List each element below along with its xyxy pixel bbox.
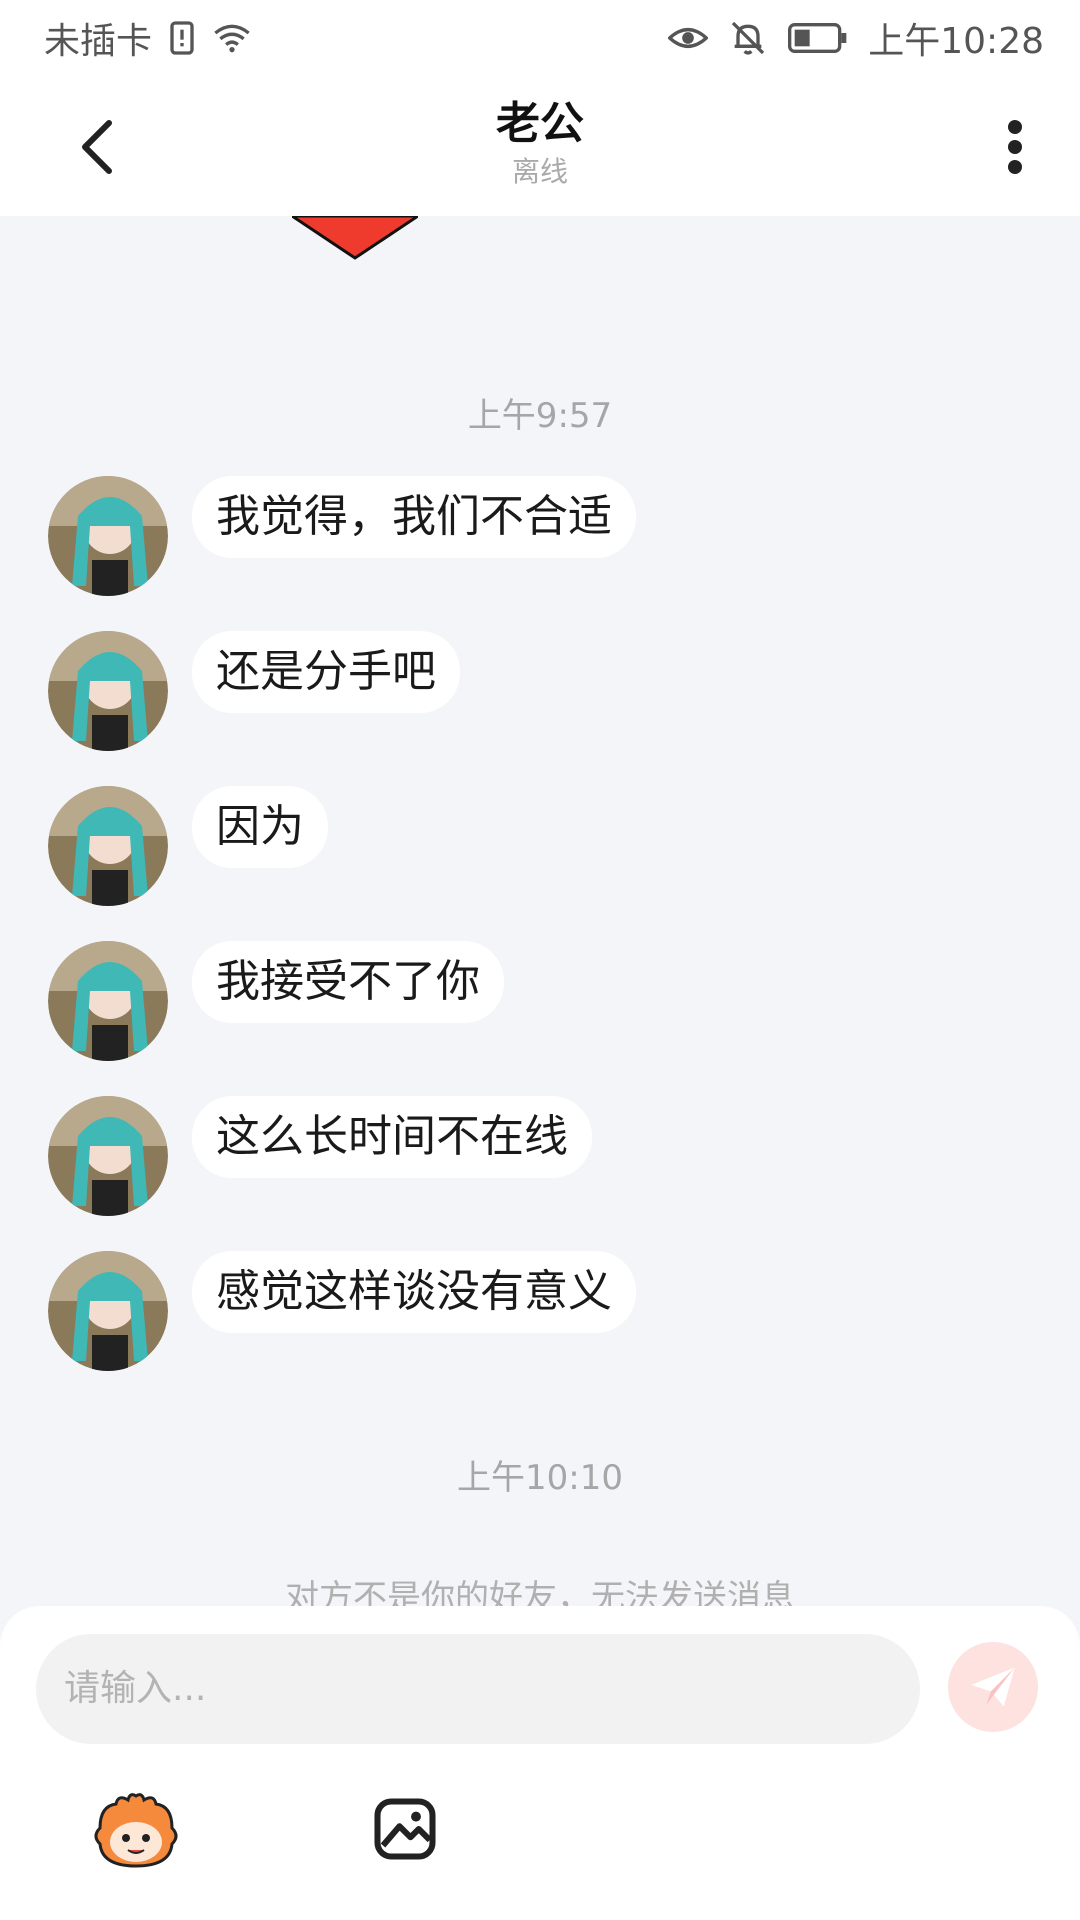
timestamp: 上午10:10 (457, 1458, 623, 1498)
message-row: 因为 (48, 786, 328, 906)
message-bubble[interactable]: 我觉得，我们不合适 (192, 476, 636, 558)
online-status: 离线 (511, 155, 568, 188)
message-input[interactable]: 请输入... (36, 1634, 920, 1744)
send-button[interactable] (948, 1642, 1038, 1732)
avatar[interactable] (48, 1096, 168, 1216)
avatar[interactable] (48, 941, 168, 1061)
mascot-sticker-icon[interactable] (92, 1792, 180, 1870)
message-row: 我觉得，我们不合适 (48, 476, 636, 596)
message-row: 这么长时间不在线 (48, 1096, 592, 1216)
message-bubble[interactable]: 这么长时间不在线 (192, 1096, 592, 1178)
bell-off-icon (728, 18, 768, 58)
message-bubble[interactable]: 我接受不了你 (192, 941, 504, 1023)
avatar[interactable] (48, 631, 168, 751)
chat-header: 老公 离线 (0, 76, 1080, 216)
message-list[interactable]: 上午9:57 我觉得，我们不合适 还是分手吧 因为 我接受不了你 这么长时间不在… (0, 216, 1080, 1606)
message-row: 还是分手吧 (48, 631, 460, 751)
wifi-icon (212, 18, 252, 58)
status-time: 上午10:28 (868, 21, 1044, 62)
status-bar: 未插卡 上午10:28 (0, 0, 1080, 76)
avatar[interactable] (48, 786, 168, 906)
message-bubble[interactable]: 感觉这样谈没有意义 (192, 1251, 636, 1333)
carrier-label: 未插卡 (44, 21, 153, 62)
more-options-button[interactable] (990, 112, 1040, 182)
contact-name: 老公 (496, 98, 584, 149)
sim-alert-icon (162, 18, 202, 58)
battery-icon (788, 18, 848, 58)
image-icon[interactable] (372, 1796, 438, 1862)
send-icon (971, 1667, 1015, 1707)
message-row: 感觉这样谈没有意义 (48, 1251, 636, 1371)
timestamp: 上午9:57 (467, 396, 613, 436)
system-notice: 对方不是你的好友，无法发送消息 (285, 1578, 795, 1606)
heart-decoration-icon (292, 216, 418, 260)
avatar[interactable] (48, 1251, 168, 1371)
message-row: 我接受不了你 (48, 941, 504, 1061)
avatar[interactable] (48, 476, 168, 596)
message-bubble[interactable]: 因为 (192, 786, 328, 868)
eye-icon (667, 18, 710, 58)
message-bubble[interactable]: 还是分手吧 (192, 631, 460, 713)
composer-bar: 请输入... (0, 1606, 1080, 1920)
more-vertical-icon (1008, 120, 1022, 174)
